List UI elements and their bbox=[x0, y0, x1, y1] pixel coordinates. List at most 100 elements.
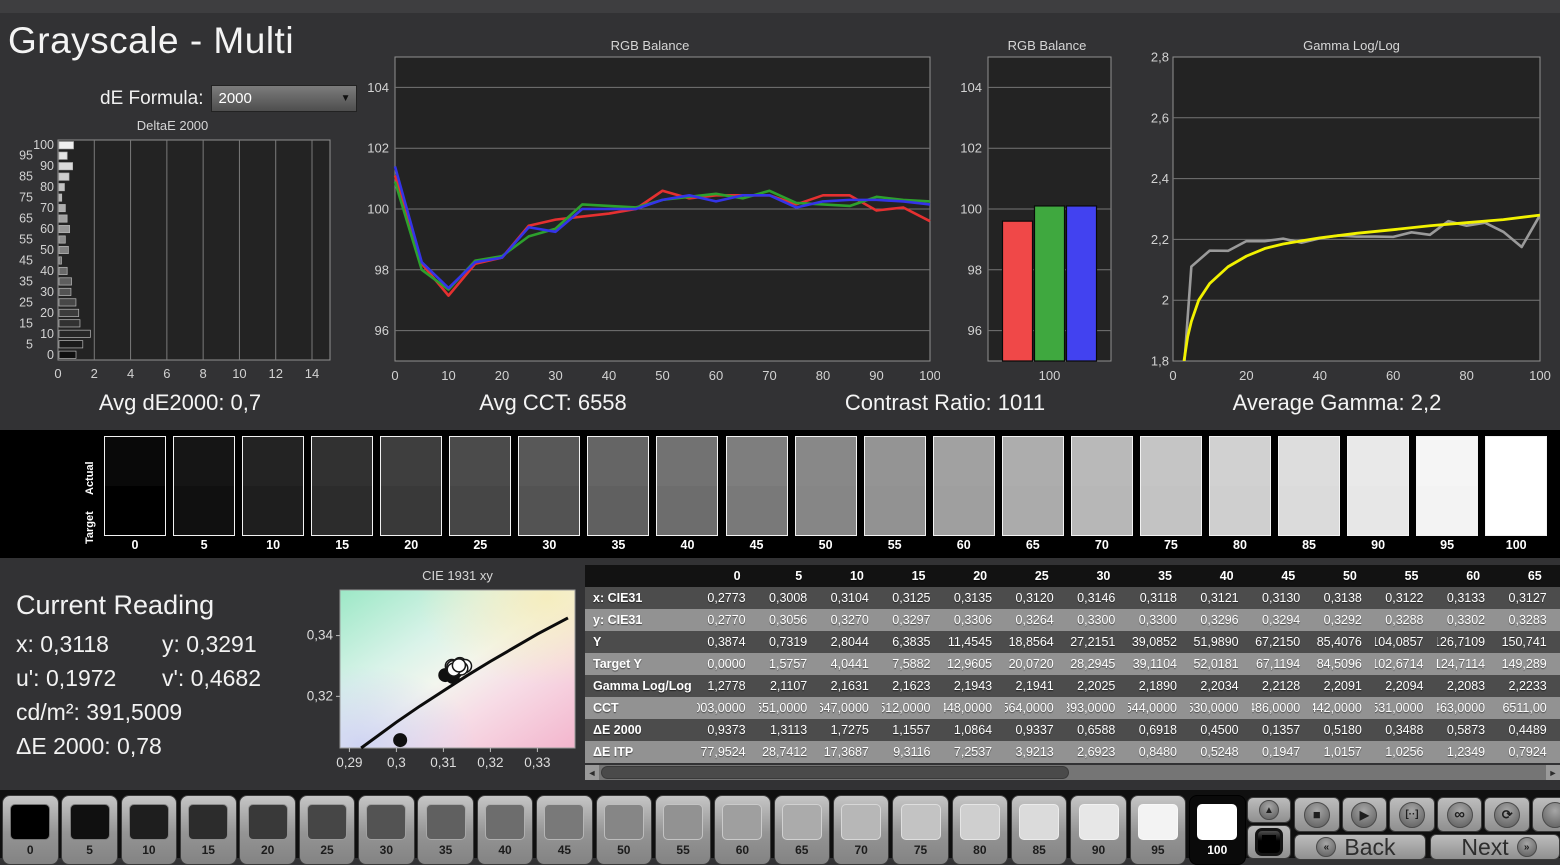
patch-button-60[interactable]: 60 bbox=[714, 795, 771, 865]
table-cell: 0,6588 bbox=[1066, 719, 1129, 741]
patch-button-65[interactable]: 65 bbox=[773, 795, 831, 865]
table-row-label: Y bbox=[585, 631, 697, 653]
blank-button[interactable] bbox=[1532, 797, 1560, 832]
table-cell: 6486,0000 bbox=[1251, 697, 1314, 719]
patch-button-5[interactable]: 5 bbox=[61, 795, 118, 865]
svg-text:100: 100 bbox=[33, 138, 54, 152]
target-swatch bbox=[1486, 486, 1547, 535]
scroll-right-icon[interactable]: ► bbox=[1546, 765, 1560, 780]
table-cell: 18,8564 bbox=[1005, 631, 1067, 653]
table-column-header: 45 bbox=[1251, 565, 1314, 587]
patch-label: 40 bbox=[498, 843, 512, 857]
patch-button-30[interactable]: 30 bbox=[358, 795, 415, 865]
svg-text:100: 100 bbox=[367, 202, 389, 217]
reading-v: v': 0,4682 bbox=[162, 665, 262, 691]
actual-swatch bbox=[174, 437, 235, 486]
target-swatch bbox=[312, 486, 373, 535]
table-cell: 104,0857 bbox=[1374, 631, 1437, 653]
table-cell: 0,3146 bbox=[1066, 587, 1129, 609]
strip-swatch-40 bbox=[656, 436, 719, 536]
table-cell: 85,4076 bbox=[1313, 631, 1375, 653]
patch-button-50[interactable]: 50 bbox=[595, 795, 652, 865]
table-cell: 0,3292 bbox=[1313, 609, 1375, 631]
patch-button-0[interactable]: 0 bbox=[2, 795, 59, 865]
svg-text:2: 2 bbox=[91, 366, 98, 381]
table-scrollbar[interactable]: ◄ ► bbox=[585, 765, 1560, 780]
target-swatch bbox=[1140, 486, 1201, 535]
table-cell: 77,9524 bbox=[697, 741, 759, 763]
table-cell: 7551,0000 bbox=[758, 697, 821, 719]
scrollbar-thumb[interactable] bbox=[601, 766, 1069, 779]
stop-button[interactable]: ■ bbox=[1294, 797, 1340, 832]
patch-button-90[interactable]: 90 bbox=[1070, 795, 1127, 865]
table-cell: 0,3874 bbox=[697, 631, 759, 653]
table-cell: 7,5882 bbox=[881, 653, 944, 675]
svg-text:10: 10 bbox=[441, 368, 455, 383]
strip-swatch-label: 80 bbox=[1233, 538, 1247, 552]
patch-label: 55 bbox=[676, 843, 690, 857]
contrast-ratio-stat: Contrast Ratio: 1011 bbox=[844, 390, 1046, 415]
patch-button-35[interactable]: 35 bbox=[417, 795, 474, 865]
table-row-label: Gamma Log/Log bbox=[585, 675, 697, 697]
patch-swatch bbox=[841, 804, 882, 840]
patch-button-40[interactable]: 40 bbox=[476, 795, 534, 865]
actual-swatch bbox=[519, 437, 580, 486]
current-reading-title: Current Reading bbox=[16, 590, 215, 620]
infinity-icon: ∞ bbox=[1446, 801, 1473, 828]
patch-swatch bbox=[69, 804, 110, 840]
pattern-window-button[interactable] bbox=[1247, 825, 1291, 859]
strip-swatch-label: 75 bbox=[1163, 538, 1178, 552]
table-cell: 0,3122 bbox=[1374, 587, 1437, 609]
actual-swatch bbox=[1071, 437, 1132, 486]
table-cell: 0,3121 bbox=[1190, 587, 1252, 609]
loop-button[interactable]: ∞ bbox=[1436, 797, 1483, 832]
table-cell: 6511,00 bbox=[1498, 697, 1560, 719]
patch-button-100[interactable]: 100 bbox=[1189, 795, 1246, 865]
patch-label: 5 bbox=[86, 843, 93, 857]
table-cell: 28,7412 bbox=[758, 741, 821, 763]
patch-button-75[interactable]: 75 bbox=[892, 795, 949, 865]
patch-button-45[interactable]: 45 bbox=[536, 795, 593, 865]
table-cell: 2,1890 bbox=[1128, 675, 1190, 697]
patch-button-95[interactable]: 95 bbox=[1129, 795, 1187, 865]
patch-button-10[interactable]: 10 bbox=[120, 795, 178, 865]
strip-swatch-label: 0 bbox=[131, 538, 139, 552]
table-cell: 2,1941 bbox=[1005, 675, 1067, 697]
patch-button-70[interactable]: 70 bbox=[832, 795, 890, 865]
patch-swatch bbox=[1019, 804, 1060, 840]
table-row-label: ΔE 2000 bbox=[585, 719, 697, 741]
patch-button-15[interactable]: 15 bbox=[180, 795, 237, 865]
actual-swatch bbox=[795, 437, 856, 486]
table-cell: 0,3283 bbox=[1498, 609, 1560, 631]
table-cell: 0,0000 bbox=[697, 653, 759, 675]
patch-label: 95 bbox=[1151, 843, 1165, 857]
range-button[interactable]: [··] bbox=[1389, 797, 1435, 832]
patch-button-20[interactable]: 20 bbox=[239, 795, 296, 865]
table-cell: 0,7924 bbox=[1498, 741, 1560, 763]
play-button[interactable]: ▶ bbox=[1341, 797, 1388, 832]
table-cell: 0,3056 bbox=[758, 609, 821, 631]
actual-swatch bbox=[450, 437, 511, 486]
actual-swatch bbox=[1140, 437, 1201, 486]
reading-u: u': 0,1972 bbox=[16, 665, 117, 691]
svg-text:96: 96 bbox=[968, 323, 982, 338]
patch-button-25[interactable]: 25 bbox=[298, 795, 356, 865]
de-formula-dropdown[interactable]: 2000 ▼ bbox=[211, 85, 358, 112]
patch-button-80[interactable]: 80 bbox=[951, 795, 1009, 865]
refresh-button[interactable]: ⟳ bbox=[1484, 797, 1530, 832]
next-button[interactable]: Next » bbox=[1430, 834, 1560, 860]
scroll-left-icon[interactable]: ◄ bbox=[585, 765, 599, 780]
strip-swatch-label: 60 bbox=[956, 538, 971, 552]
scroll-up-button[interactable]: ▲ bbox=[1247, 797, 1291, 823]
patch-button-85[interactable]: 85 bbox=[1010, 795, 1068, 865]
back-button[interactable]: « Back bbox=[1294, 834, 1426, 860]
patch-button-55[interactable]: 55 bbox=[654, 795, 712, 865]
svg-text:0: 0 bbox=[391, 368, 398, 383]
svg-text:102: 102 bbox=[367, 141, 389, 156]
table-cell: 2,6923 bbox=[1066, 741, 1129, 763]
table-column-header: 40 bbox=[1190, 565, 1252, 587]
table-cell: 0,5873 bbox=[1436, 719, 1499, 741]
svg-text:30: 30 bbox=[40, 285, 54, 299]
target-swatch bbox=[243, 486, 304, 535]
table-cell: 1,3113 bbox=[758, 719, 821, 741]
